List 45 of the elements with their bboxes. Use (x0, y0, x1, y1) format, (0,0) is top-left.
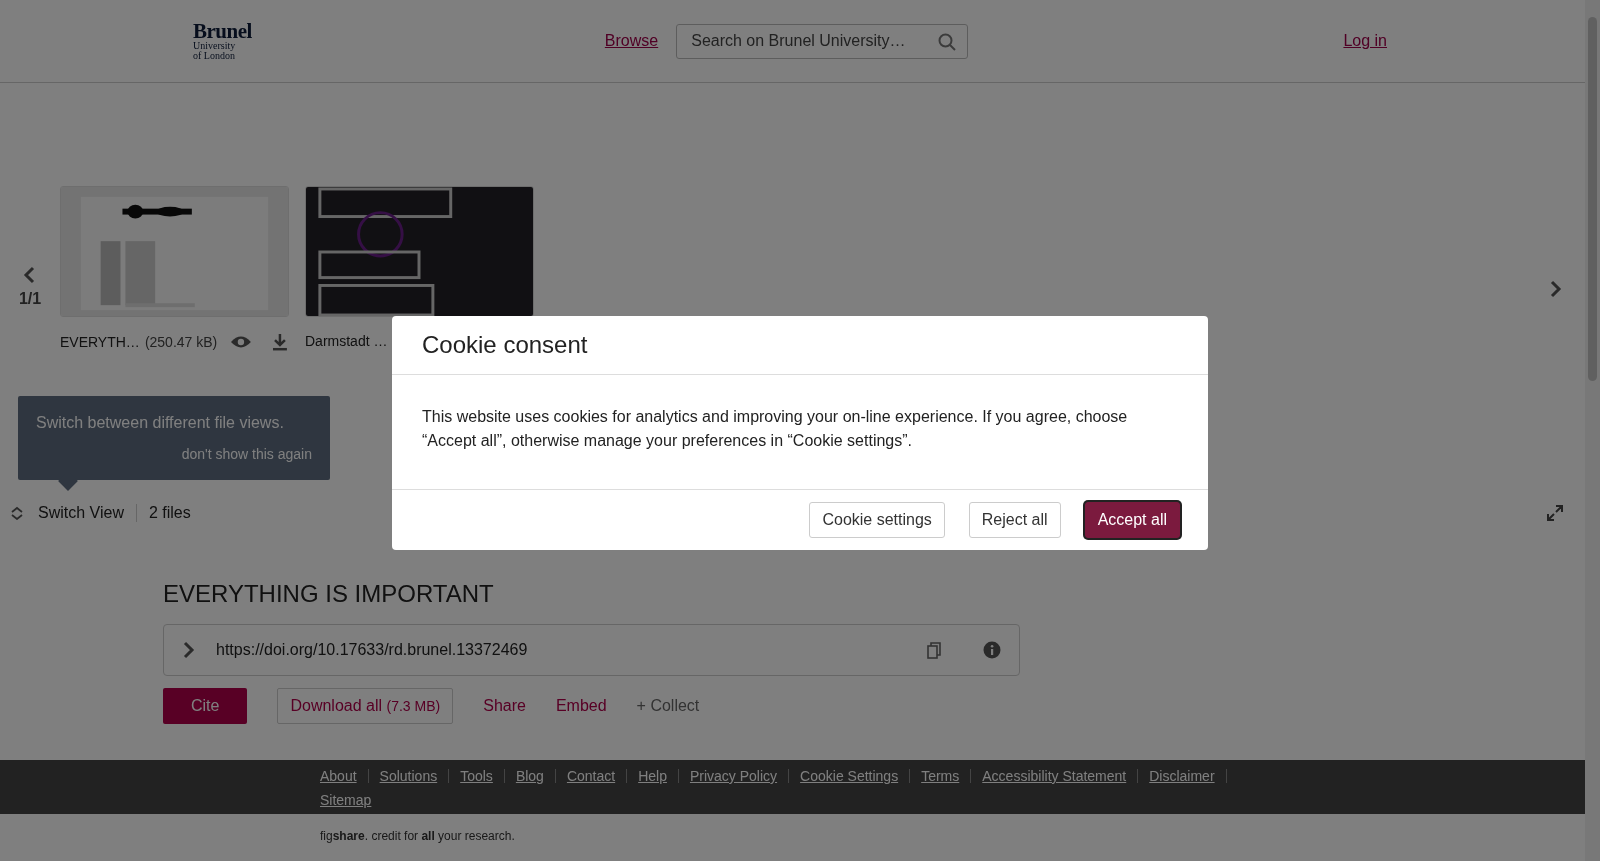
footer-link[interactable]: Terms (921, 766, 960, 786)
search-icon[interactable] (938, 32, 957, 51)
dismiss-link[interactable]: don't show this again (181, 446, 312, 462)
footer-link[interactable]: Privacy Policy (689, 766, 778, 786)
collect-link[interactable]: + Collect (636, 688, 700, 724)
footer-link[interactable]: Tools (460, 766, 493, 786)
page-counter: 1/1 (18, 290, 42, 308)
copy-icon[interactable] (927, 641, 941, 659)
login-link[interactable]: Log in (1343, 32, 1387, 50)
dialog-text: This website uses cookies for analytics and improving your on-line experience. If you agree, choose “Accept all”, otherwise manage your preferences in “Cookie settings”. (392, 375, 1208, 490)
footer-link[interactable]: Cookie Settings (800, 766, 899, 786)
browse-link[interactable]: Browse (604, 32, 659, 50)
logo[interactable]: Brunel University of London (193, 21, 252, 61)
item-title: EVERYTHING IS IMPORTANT (163, 580, 495, 608)
tagline: figshare. credit for all your research. (319, 828, 516, 845)
action-link[interactable]: Share (483, 688, 526, 724)
download-all-button[interactable]: Download all (7.3 MB) (277, 688, 454, 724)
accept-button[interactable]: Accept all (1084, 502, 1180, 538)
footer-link[interactable]: Disclaimer (1149, 766, 1215, 786)
scrollbar[interactable] (1585, 0, 1600, 861)
dialog-button[interactable]: Cookie settings (809, 502, 945, 538)
fullscreen-icon[interactable] (1547, 505, 1563, 521)
doi-link[interactable]: https://doi.org/10.17633/rd.brunel.13372469 (216, 641, 907, 659)
footer-link[interactable]: Accessibility Statement (982, 766, 1127, 786)
file-count: 2 files (148, 504, 191, 522)
switch-view-button[interactable]: Switch View (10, 504, 137, 522)
cite-button[interactable]: Cite (163, 688, 248, 724)
file-name[interactable]: EVERYTH… (60, 334, 140, 350)
switch-icon (10, 506, 24, 520)
dialog-button[interactable]: Reject all (968, 502, 1061, 538)
footer-link[interactable]: Sitemap (320, 790, 372, 810)
footer-link[interactable]: About (320, 766, 357, 786)
tooltip-text: Switch between different file views. (36, 414, 285, 432)
info-icon[interactable] (983, 641, 1001, 659)
file-size: (250.47 kB) (144, 334, 218, 350)
footer-link[interactable]: Blog (515, 766, 544, 786)
footer-link[interactable]: Help (638, 766, 667, 786)
search-field[interactable]: Search on Brunel University… (676, 23, 969, 59)
eye-icon[interactable] (230, 335, 253, 349)
footer-link[interactable]: Solutions (379, 766, 438, 786)
file-name[interactable]: Darmstadt … (305, 333, 388, 349)
footer-link[interactable]: Contact (566, 766, 616, 786)
action-link[interactable]: Embed (555, 688, 607, 724)
download-icon[interactable] (271, 333, 289, 351)
dialog-title: Cookie consent (422, 331, 589, 359)
